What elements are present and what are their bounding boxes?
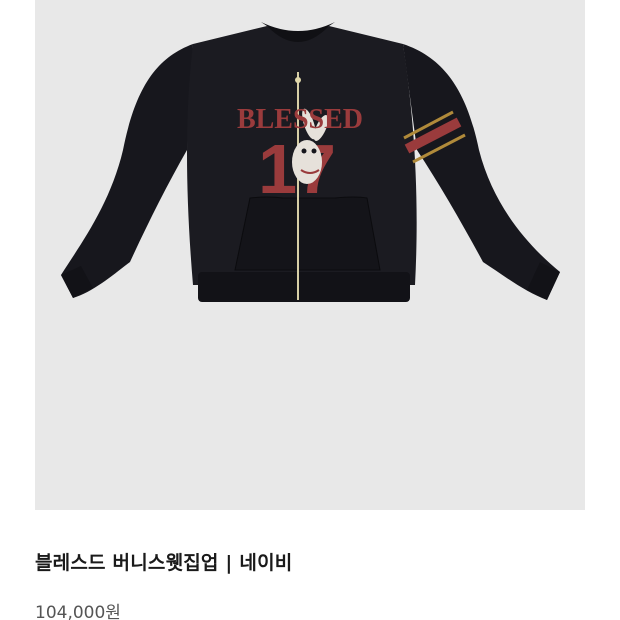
hem-band [198,272,410,302]
right-sleeve [403,44,560,300]
product-title[interactable]: 블레스드 버니스웻집업 | 네이비 [35,548,292,575]
jacket-illustration: 17 BLESSED [61,22,560,302]
print-text: BLESSED [237,104,363,135]
product-price: 104,000원 [35,603,121,620]
product-image[interactable]: 17 BLESSED [35,0,585,510]
left-sleeve [61,44,193,298]
product-page: 17 BLESSED 블레스드 버니스웻집업 | 네이비 104,000원 [0,0,620,620]
zipper-pull [295,77,301,83]
